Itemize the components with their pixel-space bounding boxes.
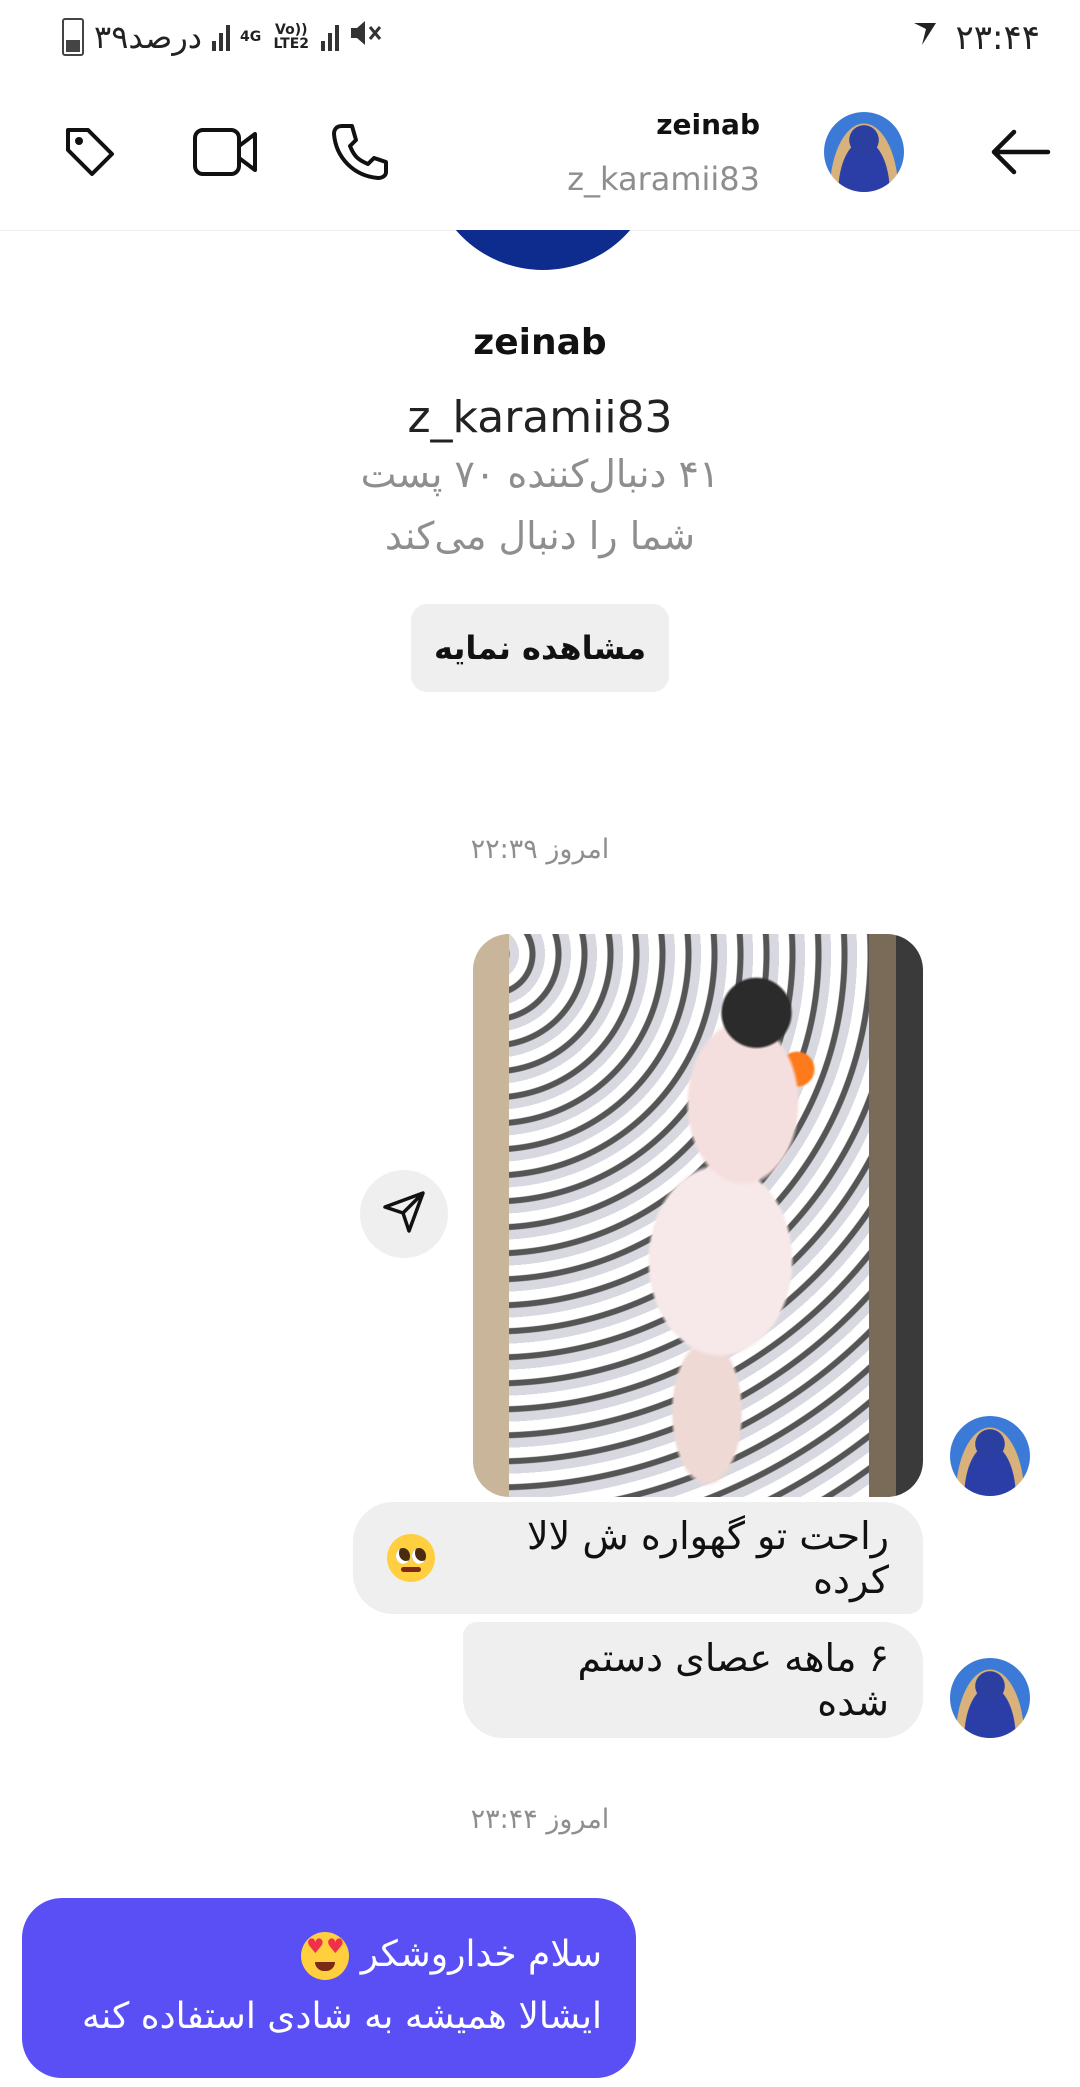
message-bubble-incoming[interactable]: ۶ ماهه عصای دستم شده — [463, 1622, 923, 1738]
profile-avatar-large[interactable] — [428, 230, 658, 270]
signal-icon — [212, 23, 231, 51]
profile-username: z_karamii83 — [407, 392, 673, 443]
message-text: ۶ ماهه عصای دستم شده — [577, 1636, 889, 1724]
message-bubble-incoming[interactable]: راحت تو گهواره ش لالا کرده — [353, 1502, 923, 1614]
sender-avatar[interactable] — [950, 1416, 1030, 1496]
view-profile-button[interactable]: مشاهده نمایه — [411, 604, 669, 692]
header-avatar[interactable] — [824, 112, 904, 192]
tag-icon[interactable] — [50, 112, 130, 192]
status-left-group: ۳۹درصد 4G Vo)) LTE2 — [62, 18, 383, 56]
outgoing-text-1: سلام خداروشکر — [360, 1934, 602, 1975]
battery-text: ۳۹درصد — [94, 18, 203, 56]
back-arrow-icon[interactable] — [980, 112, 1060, 192]
message-text: راحت تو گهواره ش لالا کرده — [526, 1514, 889, 1602]
profile-follows-you: شما را دنبال می‌کند — [384, 514, 696, 558]
message-bubble-outgoing[interactable]: سلام خداروشکر ایشالا همیشه به شادی استفا… — [22, 1898, 636, 2078]
share-button[interactable] — [360, 1170, 448, 1258]
photo-message-baby-cradle[interactable] — [473, 934, 923, 1497]
header-display-name[interactable]: zeinab — [656, 108, 760, 141]
status-bar: ۲۳:۴۴ ۳۹درصد 4G Vo)) LTE2 — [0, 0, 1080, 80]
outgoing-line-1: سلام خداروشکر — [56, 1924, 602, 1986]
send-icon — [381, 1189, 427, 1239]
network-volte-label: Vo)) LTE2 — [273, 22, 310, 52]
pleading-face-emoji-icon — [387, 1534, 435, 1582]
heart-eyes-emoji-icon — [301, 1932, 350, 1980]
check-logo-icon — [910, 18, 940, 58]
battery-icon — [62, 18, 84, 56]
profile-stats: ۴۱ دنبال‌کننده ۷۰ پست — [360, 452, 720, 496]
outgoing-line-2: ایشالا همیشه به شادی استفاده کنه — [82, 1996, 602, 2037]
signal-icon-2 — [321, 23, 340, 51]
mute-icon — [349, 18, 383, 56]
header-username[interactable]: z_karamii83 — [567, 160, 760, 198]
timestamp: امروز ۲۲:۳۹ — [470, 834, 610, 865]
video-call-icon[interactable] — [186, 112, 266, 192]
sender-avatar[interactable] — [950, 1658, 1030, 1738]
phone-call-icon[interactable] — [320, 112, 400, 192]
network-4g-label: 4G — [240, 29, 262, 45]
status-time: ۲۳:۴۴ — [955, 18, 1040, 58]
timestamp: امروز ۲۳:۴۴ — [470, 1804, 610, 1835]
chat-header: zeinab z_karamii83 — [0, 80, 1080, 231]
profile-display-name: zeinab — [473, 322, 607, 363]
